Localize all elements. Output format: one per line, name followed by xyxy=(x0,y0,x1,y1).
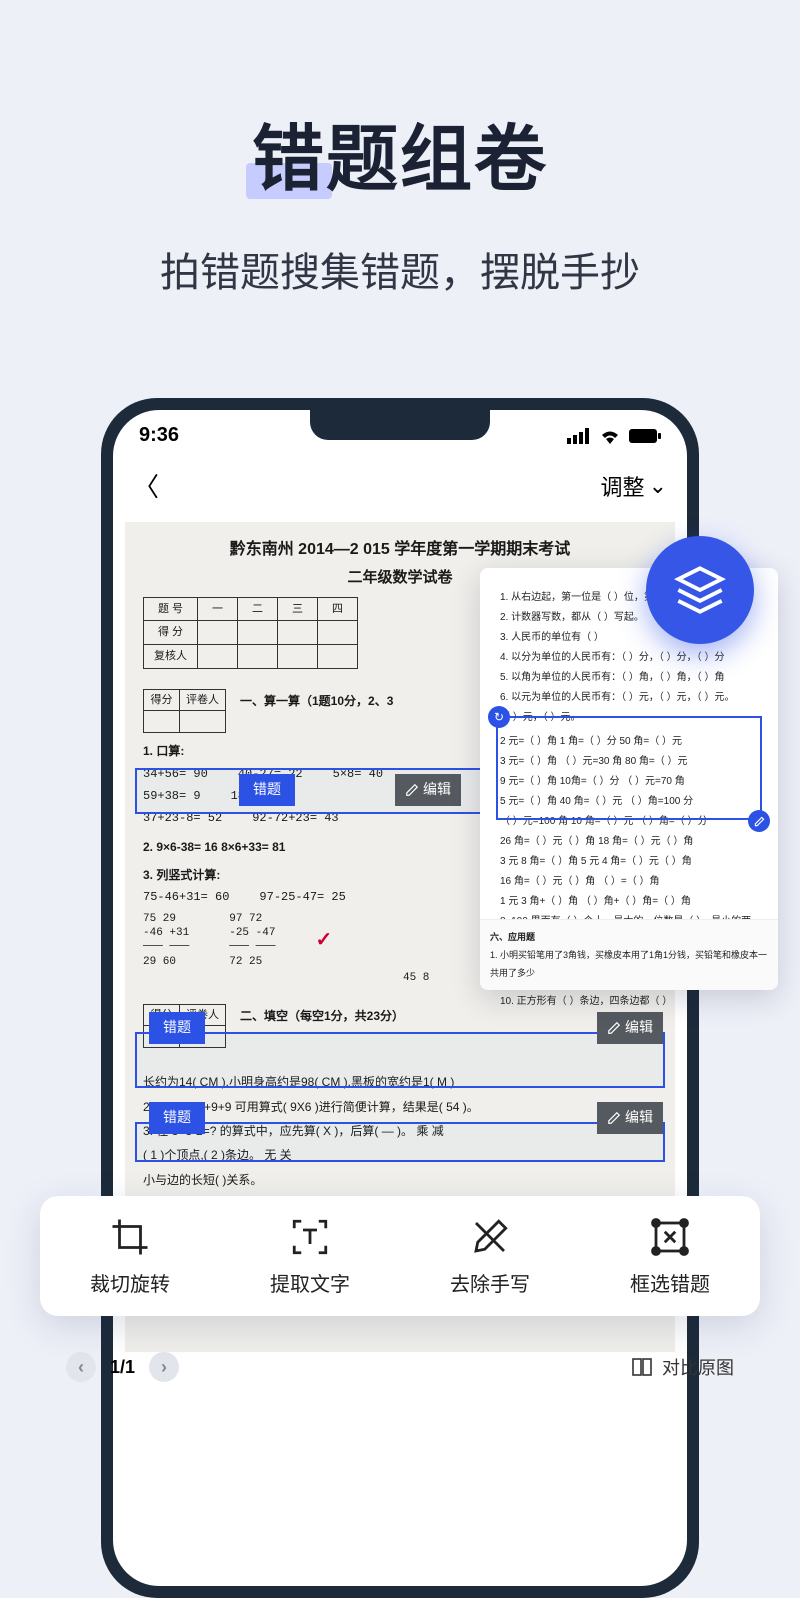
hero-title: 错题组卷 xyxy=(0,100,800,205)
battery-icon xyxy=(629,428,661,444)
status-icons xyxy=(567,428,661,444)
pencil-icon xyxy=(607,1111,621,1125)
signal-icon xyxy=(567,428,591,444)
pager: ‹ 1/1 › xyxy=(66,1352,179,1382)
section-1: 一、算一算（1题10分，2、3 xyxy=(240,691,393,711)
adjust-button[interactable]: 调整 ⌄ xyxy=(601,470,667,502)
crop-rotate-button[interactable]: 裁切旋转 xyxy=(90,1216,170,1297)
mistake-tag-3[interactable]: 错题 xyxy=(149,1102,205,1134)
hero-subtitle: 拍错题搜集错题，摆脱手抄 xyxy=(0,240,800,298)
ocr-button[interactable]: 提取文字 xyxy=(270,1216,350,1297)
wifi-icon xyxy=(599,428,621,444)
prev-page-button[interactable]: ‹ xyxy=(66,1352,96,1382)
page-indicator: 1/1 xyxy=(110,1357,135,1378)
select-mistake-button[interactable]: 框选错题 xyxy=(630,1216,710,1297)
select-icon xyxy=(649,1216,691,1258)
nav-bar: 〈 调整 ⌄ xyxy=(113,453,687,514)
edit-button-2[interactable]: 编辑 xyxy=(597,1012,663,1044)
status-time: 9:36 xyxy=(139,424,179,447)
compare-icon xyxy=(630,1355,654,1379)
stack-icon xyxy=(674,564,726,616)
ocr-icon xyxy=(289,1216,331,1258)
mini-table: 得分评卷人 xyxy=(143,689,226,733)
edit-button-1[interactable]: 编辑 xyxy=(395,774,461,806)
edit-button-3[interactable]: 编辑 xyxy=(597,1102,663,1134)
section-2: 二、填空（每空1分，共23分） xyxy=(240,1006,404,1026)
score-table: 题 号一二三四 得 分 复核人 xyxy=(143,597,358,669)
bottom-toolbar: 裁切旋转 提取文字 去除手写 框选错题 xyxy=(40,1196,760,1316)
hero-highlight: 错 xyxy=(252,100,326,205)
mistake-selection-2[interactable] xyxy=(135,1032,665,1088)
footer-bar: ‹ 1/1 › 对比原图 xyxy=(66,1352,734,1382)
card-selection[interactable] xyxy=(496,716,762,820)
next-page-button[interactable]: › xyxy=(149,1352,179,1382)
selection-handle-br[interactable] xyxy=(748,810,770,832)
mistake-tag-2[interactable]: 错题 xyxy=(149,1012,205,1044)
crop-icon xyxy=(109,1216,151,1258)
selection-handle-tl[interactable]: ↻ xyxy=(488,706,510,728)
doc-title: 黔东南州 2014—2 015 学年度第一学期期末考试 xyxy=(143,536,657,563)
card-bottom: 六、应用题 1. 小明买铅笔用了3角钱，买橡皮本用了1角1分钱，买铅笔和橡皮本一… xyxy=(480,919,778,990)
pencil-icon xyxy=(405,783,419,797)
compare-original-button[interactable]: 对比原图 xyxy=(630,1354,734,1380)
mistake-tag-1[interactable]: 错题 xyxy=(239,774,295,806)
erase-icon xyxy=(469,1216,511,1258)
mistake-selection-3[interactable] xyxy=(135,1122,665,1162)
phone-notch xyxy=(310,410,490,440)
erase-button[interactable]: 去除手写 xyxy=(450,1216,530,1297)
chevron-down-icon: ⌄ xyxy=(649,473,667,499)
pencil-icon xyxy=(607,1021,621,1035)
back-button[interactable]: 〈 xyxy=(133,467,159,504)
stack-fab[interactable] xyxy=(646,536,754,644)
adjust-label: 调整 xyxy=(601,470,645,502)
hero-rest: 题组卷 xyxy=(326,120,548,200)
